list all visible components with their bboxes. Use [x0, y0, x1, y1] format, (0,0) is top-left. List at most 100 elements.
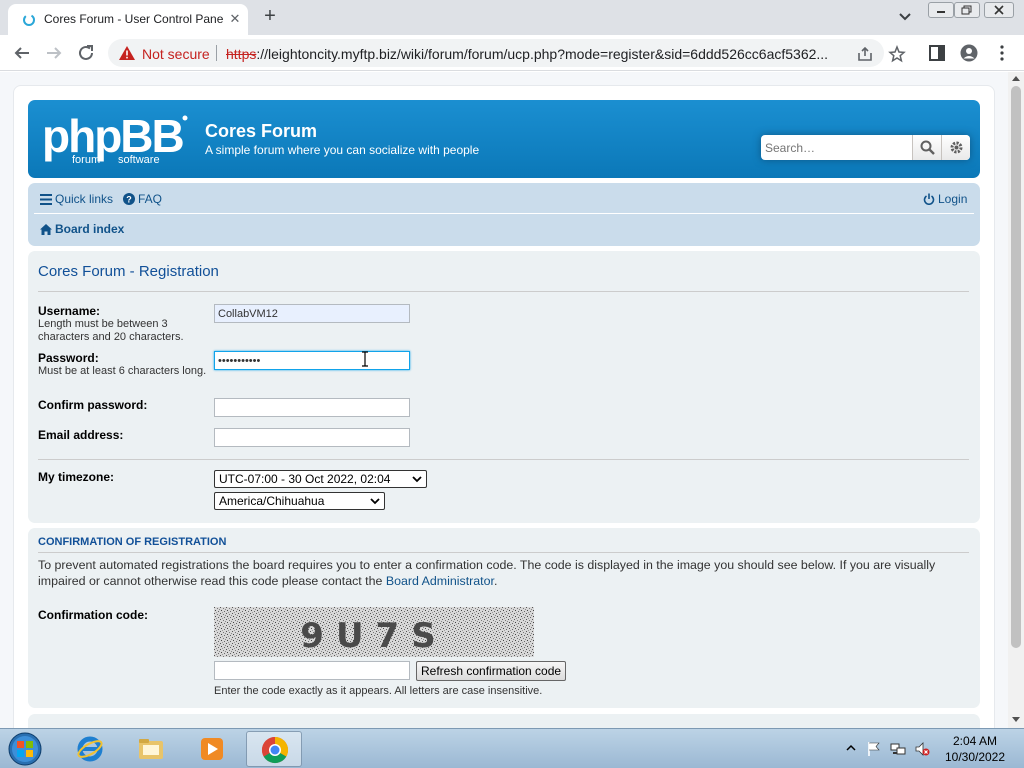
media-player-icon	[201, 738, 223, 760]
profile-avatar-icon[interactable]	[960, 44, 978, 62]
username-explain: Length must be between 3 characters and …	[38, 318, 184, 343]
svg-text:phpBB: phpBB	[42, 110, 184, 162]
tab-title: Cores Forum - User Control Panel	[44, 12, 224, 26]
page-title: Cores Forum - Registration	[38, 263, 219, 280]
hamburger-icon	[40, 194, 52, 205]
faq-label: FAQ	[138, 192, 163, 206]
address-bar[interactable]: Not secure https://leightoncity.myftp.bi…	[108, 39, 906, 67]
minimize-window-icon[interactable]	[928, 2, 954, 18]
login-label: Login	[938, 192, 968, 206]
tab-close-icon[interactable]: ✕	[226, 10, 244, 28]
timezone-label: My timezone:	[38, 470, 115, 484]
submit-panel	[28, 714, 980, 728]
quick-links-menu[interactable]: Quick links	[40, 192, 113, 206]
chevron-down-icon	[370, 498, 380, 505]
site-title[interactable]: Cores Forum	[205, 121, 317, 142]
close-window-icon[interactable]	[984, 2, 1014, 18]
bookmark-star-icon[interactable]	[888, 45, 906, 63]
not-secure-label[interactable]: Not secure	[142, 46, 210, 62]
home-icon	[40, 224, 52, 235]
vertical-scrollbar[interactable]	[1008, 72, 1024, 728]
email-label: Email address:	[38, 428, 124, 442]
action-center-flag-icon[interactable]	[866, 741, 882, 757]
browser-toolbar: Not secure https://leightoncity.myftp.bi…	[0, 35, 1024, 71]
captcha-image: 9U7S	[214, 607, 534, 657]
captcha-text: 9U7S	[300, 616, 447, 656]
url-text[interactable]: https://leightoncity.myftp.biz/wiki/foru…	[226, 46, 846, 62]
url-path: ://leightoncity.myftp.biz/wiki/forum/for…	[256, 46, 829, 62]
confirmation-code-label: Confirmation code:	[38, 608, 148, 622]
restore-window-icon[interactable]	[954, 2, 980, 18]
power-icon	[923, 193, 935, 205]
reload-icon[interactable]	[74, 41, 98, 65]
search-box	[761, 135, 970, 160]
password-label: Password:	[38, 351, 99, 365]
password-field[interactable]	[214, 351, 410, 370]
forum-page: phpBB forum software Cores Forum A simpl…	[13, 85, 995, 728]
new-tab-icon[interactable]: +	[259, 5, 281, 27]
navbar: Quick links ? FAQ Login Board index	[28, 183, 980, 246]
folder-icon	[139, 739, 163, 759]
share-icon[interactable]	[856, 45, 874, 63]
login-link[interactable]: Login	[923, 192, 967, 206]
confirmation-text-end: .	[493, 574, 498, 588]
confirm-password-field[interactable]	[214, 398, 410, 417]
warning-triangle-icon[interactable]	[118, 45, 136, 61]
url-scheme: https	[226, 46, 257, 62]
username-field[interactable]	[214, 304, 410, 323]
internet-explorer-icon	[77, 736, 103, 762]
confirmation-explain: To prevent automated registrations the b…	[38, 557, 968, 589]
browser-tab[interactable]: Cores Forum - User Control Panel ✕	[8, 4, 248, 35]
clock-time: 2:04 AM	[952, 734, 998, 748]
taskbar-file-explorer[interactable]	[123, 731, 179, 767]
phpbb-logo[interactable]: phpBB forum software	[42, 110, 194, 168]
question-circle-icon: ?	[123, 193, 135, 205]
refresh-code-button[interactable]: Refresh confirmation code	[416, 661, 567, 681]
username-label: Username:	[38, 304, 101, 318]
forward-arrow-icon[interactable]	[42, 41, 66, 65]
timezone-zone-select[interactable]: America/Chihuahua	[214, 492, 385, 510]
search-input[interactable]	[761, 135, 911, 160]
confirmation-panel: CONFIRMATION OF REGISTRATION To prevent …	[28, 528, 980, 708]
navbar-divider	[34, 213, 974, 214]
taskbar-internet-explorer[interactable]	[62, 731, 118, 767]
chevron-down-icon	[412, 476, 422, 483]
scroll-up-arrow-icon[interactable]	[1012, 76, 1020, 81]
forum-header: phpBB forum software Cores Forum A simpl…	[28, 100, 980, 178]
taskbar-media-player[interactable]	[184, 731, 240, 767]
confirmation-divider	[38, 552, 969, 553]
site-description: A simple forum where you can socialize w…	[205, 143, 480, 157]
board-index-link[interactable]: Board index	[40, 222, 124, 236]
confirm-password-label: Confirm password:	[38, 398, 148, 412]
page-viewport: phpBB forum software Cores Forum A simpl…	[0, 72, 1008, 728]
gear-icon	[950, 141, 963, 154]
scroll-down-arrow-icon[interactable]	[1012, 717, 1020, 722]
side-panel-icon[interactable]	[928, 44, 946, 62]
password-explain: Must be at least 6 characters long.	[38, 365, 207, 377]
advanced-search-button[interactable]	[941, 135, 970, 160]
back-arrow-icon[interactable]	[10, 41, 34, 65]
browser-tab-strip: Cores Forum - User Control Panel ✕ +	[0, 0, 1024, 35]
taskbar-chrome[interactable]	[246, 731, 302, 767]
faq-link[interactable]: ? FAQ	[123, 192, 162, 206]
email-field[interactable]	[214, 428, 410, 447]
taskbar-clock[interactable]: 2:04 AM 10/30/2022	[935, 733, 1015, 765]
network-icon[interactable]	[890, 741, 906, 757]
timezone-zone-value: America/Chihuahua	[219, 494, 325, 508]
search-button[interactable]	[912, 135, 941, 160]
timezone-offset-select[interactable]: UTC-07:00 - 30 Oct 2022, 02:04	[214, 470, 427, 488]
heading-divider	[38, 291, 969, 292]
browser-menu-icon[interactable]	[993, 44, 1011, 62]
svg-text:forum: forum	[72, 154, 100, 166]
search-icon	[920, 140, 935, 155]
confirmation-code-field[interactable]	[214, 661, 410, 680]
start-orb-icon[interactable]	[6, 731, 44, 767]
show-hidden-icons-icon[interactable]	[846, 743, 856, 753]
timezone-offset-value: UTC-07:00 - 30 Oct 2022, 02:04	[219, 472, 391, 486]
board-admin-link[interactable]: Board Administrator	[386, 574, 494, 588]
volume-muted-icon[interactable]	[914, 741, 930, 757]
tab-search-chevron-icon[interactable]	[895, 8, 915, 26]
clock-date: 10/30/2022	[944, 750, 1006, 764]
form-divider	[38, 459, 969, 460]
scrollbar-thumb[interactable]	[1011, 86, 1021, 648]
